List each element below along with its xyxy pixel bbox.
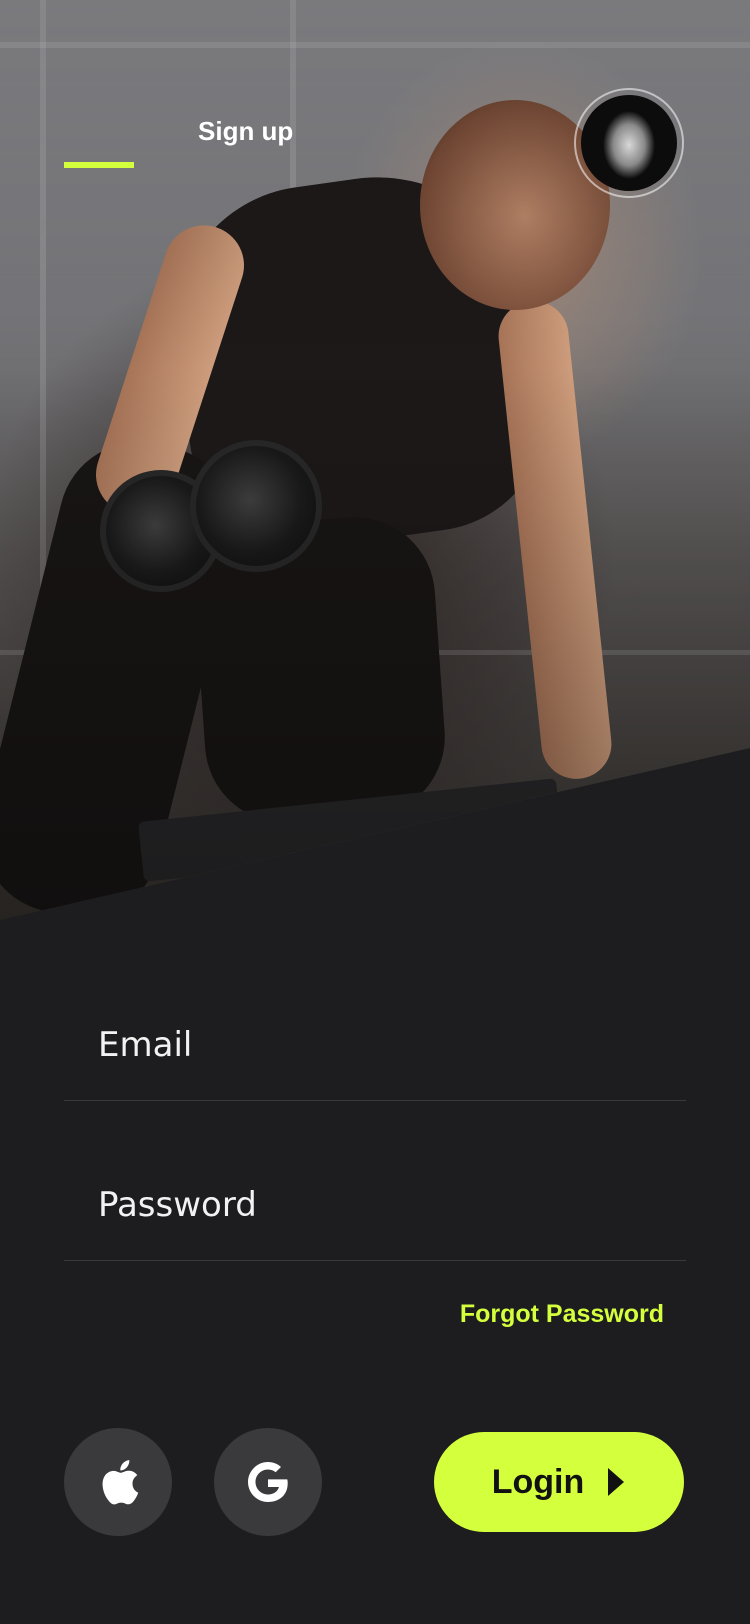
google-icon [248, 1462, 288, 1502]
tab-signup[interactable]: Sign up [198, 116, 293, 147]
login-button[interactable]: Login [434, 1432, 684, 1532]
forgot-password-link[interactable]: Forgot Password [460, 1300, 664, 1329]
password-input[interactable] [96, 1184, 660, 1226]
apple-icon [102, 1460, 139, 1505]
login-button-label: Login [491, 1462, 585, 1501]
avatar[interactable] [574, 88, 684, 198]
apple-login-button[interactable] [64, 1428, 172, 1536]
play-icon [608, 1468, 625, 1496]
google-login-button[interactable] [214, 1428, 322, 1536]
avatar-photo [581, 95, 677, 191]
email-input[interactable] [96, 1024, 660, 1066]
password-field [64, 1100, 686, 1261]
login-tab-indicator[interactable] [64, 162, 134, 168]
email-field [64, 940, 686, 1101]
